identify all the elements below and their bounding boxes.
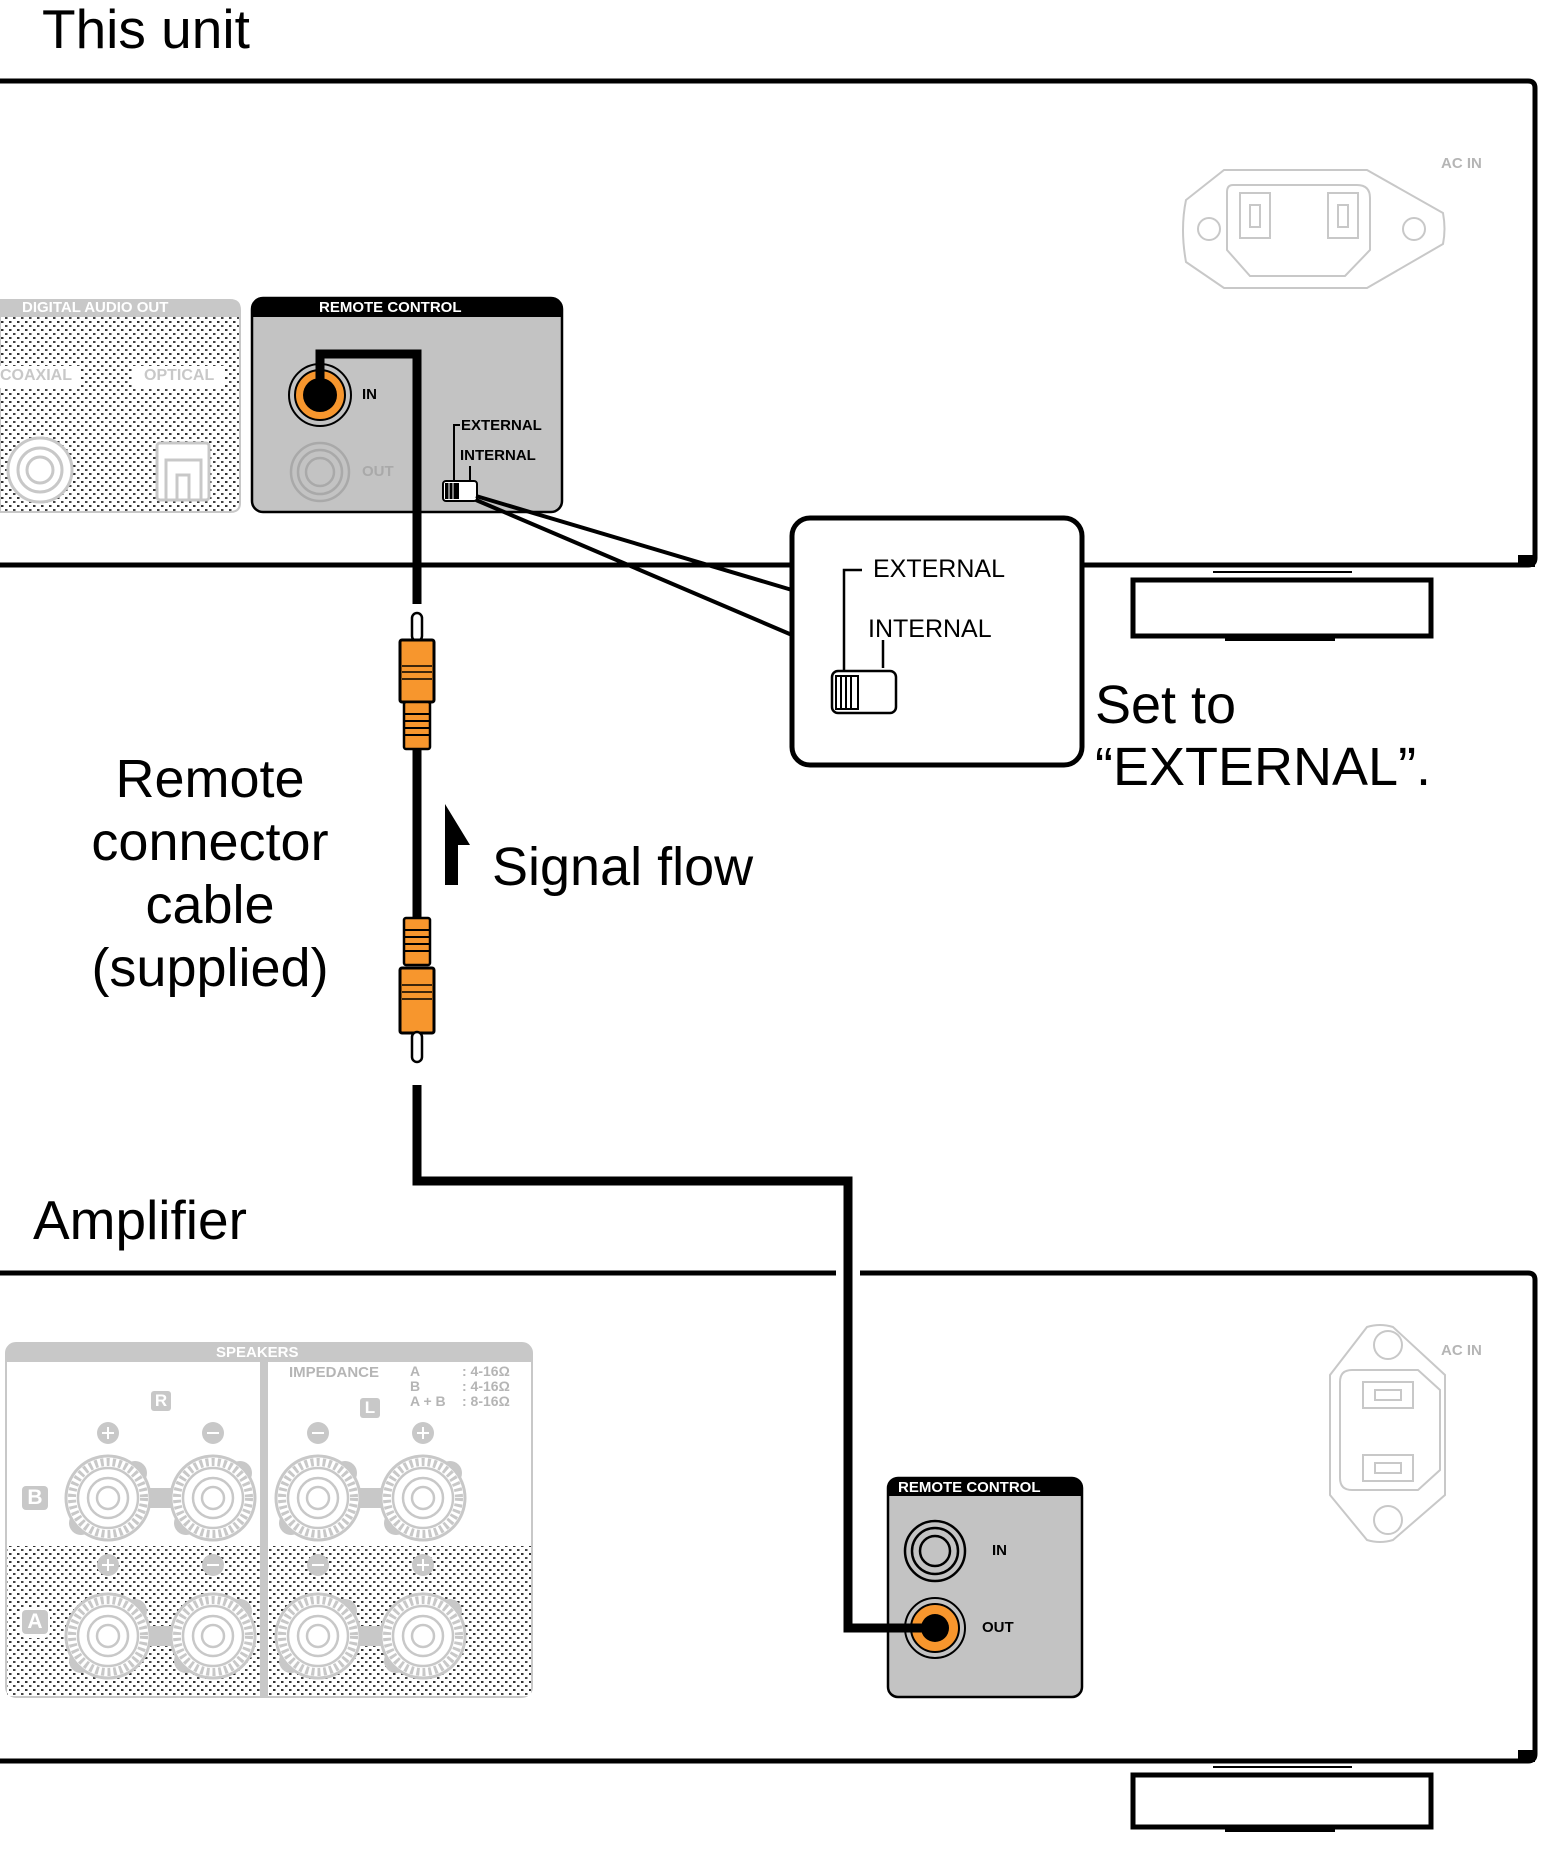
this-unit-foot xyxy=(1130,571,1434,641)
ac-in-label: AC IN xyxy=(1441,155,1482,172)
impedance-label: IMPEDANCE xyxy=(289,1364,380,1381)
minus-icon xyxy=(202,1422,224,1444)
speaker-terminal-icon[interactable] xyxy=(379,1454,467,1542)
impedance-key: A + B xyxy=(410,1393,446,1409)
coaxial-label: COAXIAL xyxy=(0,367,72,384)
callout-switch-icon xyxy=(830,669,898,715)
minus-icon xyxy=(307,1554,329,1576)
amplifier-ac-inlet-icon xyxy=(1329,1324,1446,1543)
impedance-row: B : 4-16Ω xyxy=(410,1379,510,1394)
impedance-row: A + B : 8-16Ω xyxy=(410,1394,510,1409)
signal-flow-label: Signal flow xyxy=(492,837,754,897)
amp-remote-in-label: IN xyxy=(992,1542,1007,1559)
speakers-title: SPEAKERS xyxy=(216,1344,299,1361)
this-unit-title: This unit xyxy=(42,0,250,60)
amplifier-foot xyxy=(1130,1766,1434,1832)
plus-icon xyxy=(412,1422,434,1444)
speaker-terminal-icon[interactable] xyxy=(379,1592,467,1680)
switch-external-label: EXTERNAL xyxy=(461,417,542,434)
plus-icon xyxy=(412,1554,434,1576)
plus-icon xyxy=(97,1422,119,1444)
digital-audio-out-panel xyxy=(0,299,241,513)
callout-external-label: EXTERNAL xyxy=(873,555,1005,583)
optical-jack-icon xyxy=(155,441,211,502)
rca-plug-upper-icon xyxy=(398,611,436,751)
speaker-terminal-icon[interactable] xyxy=(169,1454,257,1542)
amp-remote-out-label: OUT xyxy=(982,1619,1014,1636)
plus-icon xyxy=(97,1554,119,1576)
rca-plug-lower-icon xyxy=(398,916,436,1064)
optical-label: OPTICAL xyxy=(144,367,215,384)
cable-label-line: (supplied) xyxy=(91,938,329,998)
speaker-terminal-icon[interactable] xyxy=(274,1454,362,1542)
amplifier-title: Amplifier xyxy=(33,1189,247,1251)
impedance-table: A : 4-16Ω B : 4-16Ω A + B : 8-16Ω xyxy=(410,1364,510,1409)
speaker-terminal-icon[interactable] xyxy=(274,1592,362,1680)
channel-r-badge: R xyxy=(151,1391,171,1411)
minus-icon xyxy=(307,1422,329,1444)
cable-label: Remote connector cable (supplied) xyxy=(60,748,360,1000)
speaker-terminal-icon[interactable] xyxy=(169,1592,257,1680)
this-unit-remote-panel xyxy=(250,296,564,514)
remote-control-title: REMOTE CONTROL xyxy=(319,299,462,316)
row-b-badge: B xyxy=(22,1486,48,1510)
cable-label-line: cable xyxy=(145,875,275,935)
impedance-key: A xyxy=(410,1363,421,1379)
callout-internal-label: INTERNAL xyxy=(868,615,992,643)
switch-internal-label: INTERNAL xyxy=(460,447,536,464)
amp-remote-control-title: REMOTE CONTROL xyxy=(898,1479,1041,1496)
cable-label-line: Remote xyxy=(115,749,305,809)
amp-ac-in-label: AC IN xyxy=(1441,1342,1482,1359)
channel-l-badge: L xyxy=(360,1398,380,1418)
amplifier-remote-panel xyxy=(886,1476,1084,1699)
coaxial-jack-icon xyxy=(6,436,74,504)
remote-in-label: IN xyxy=(362,386,377,403)
impedance-value: : 8-16Ω xyxy=(462,1393,510,1409)
instruction-text: Set to “EXTERNAL”. xyxy=(1095,674,1431,798)
impedance-row: A : 4-16Ω xyxy=(410,1364,510,1379)
speaker-terminal-icon[interactable] xyxy=(64,1592,152,1680)
row-a-badge: A xyxy=(22,1610,48,1634)
signal-flow-arrow-icon xyxy=(445,804,470,885)
ac-inlet-icon xyxy=(1182,169,1446,289)
impedance-value: : 4-16Ω xyxy=(462,1363,510,1379)
impedance-value: : 4-16Ω xyxy=(462,1378,510,1394)
minus-icon xyxy=(202,1554,224,1576)
speaker-terminal-icon[interactable] xyxy=(64,1454,152,1542)
digital-audio-out-title: DIGITAL AUDIO OUT xyxy=(22,299,169,316)
instruction-line: “EXTERNAL”. xyxy=(1095,737,1432,797)
impedance-key: B xyxy=(410,1378,421,1394)
instruction-line: Set to xyxy=(1095,675,1237,735)
cable-label-line: connector xyxy=(91,812,329,872)
remote-out-label: OUT xyxy=(362,463,394,480)
